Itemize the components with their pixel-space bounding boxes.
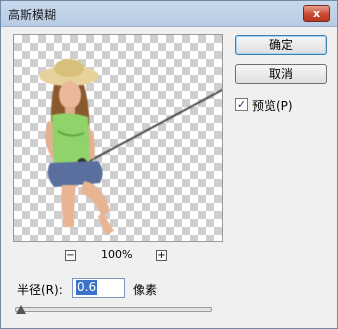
- close-icon: x: [312, 7, 321, 20]
- preview-image: [39, 59, 222, 235]
- radius-input[interactable]: 0.6: [72, 278, 125, 298]
- preview-label[interactable]: 预览(P): [252, 97, 293, 114]
- plus-icon: +: [157, 250, 166, 261]
- radius-value: 0.6: [76, 280, 98, 295]
- zoom-level: 100%: [101, 248, 133, 261]
- gaussian-blur-dialog: 高斯模糊 x − 100% + 确定 取消 ✓ 预览(P) 半径(R): 0.6…: [0, 0, 338, 329]
- cancel-button[interactable]: 取消: [235, 64, 327, 84]
- checkmark-icon: ✓: [236, 98, 247, 111]
- radius-unit-label: 像素: [133, 283, 158, 297]
- radius-slider-track[interactable]: [15, 307, 212, 312]
- preview-canvas[interactable]: [13, 34, 223, 242]
- minus-icon: −: [66, 250, 75, 261]
- zoom-out-button[interactable]: −: [65, 250, 76, 261]
- close-button[interactable]: x: [303, 5, 330, 22]
- zoom-in-button[interactable]: +: [156, 250, 167, 261]
- title-bar[interactable]: 高斯模糊 x: [1, 1, 337, 27]
- dialog-title: 高斯模糊: [8, 8, 57, 22]
- radius-label: 半径(R):: [17, 283, 63, 297]
- ok-button[interactable]: 确定: [235, 35, 327, 55]
- radius-slider-thumb[interactable]: [16, 305, 26, 314]
- preview-checkbox[interactable]: ✓: [235, 98, 248, 111]
